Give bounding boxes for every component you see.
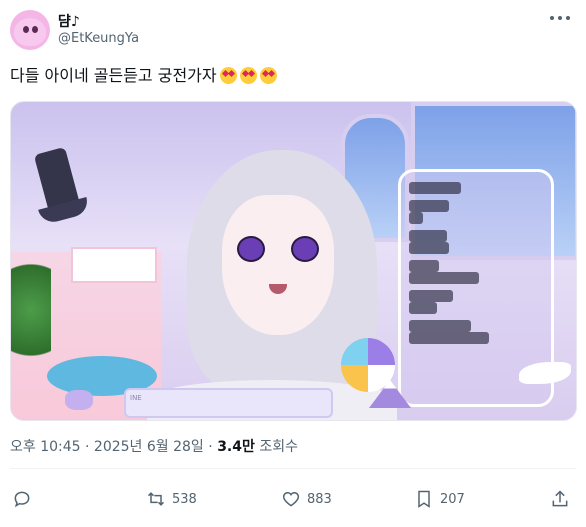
heart-eyes-emoji (219, 67, 237, 84)
like-count: 883 (307, 491, 332, 507)
chat-row (409, 230, 447, 242)
avatar[interactable] (10, 10, 50, 50)
chat-row (409, 242, 449, 254)
wing-decoration (519, 362, 571, 384)
chat-row (409, 290, 453, 302)
reply-icon (14, 491, 30, 508)
bookmark-count: 207 (440, 491, 465, 507)
chat-row (409, 212, 423, 224)
mouse (65, 390, 93, 410)
chat-row (409, 272, 479, 284)
character-face (222, 195, 334, 335)
shelf (71, 247, 157, 283)
beach-ball (341, 338, 395, 392)
action-bar: 538 883 207 (10, 486, 576, 512)
like-button[interactable]: 883 (281, 486, 332, 512)
chat-row (409, 302, 437, 314)
tweet-media-image[interactable]: INE (10, 101, 577, 421)
character-eye-left (237, 236, 265, 262)
heart-eyes-emoji (259, 67, 277, 84)
heart-icon (282, 491, 300, 507)
avatar-eye-left (23, 26, 29, 33)
more-options-icon[interactable] (550, 13, 570, 23)
divider (10, 468, 576, 469)
chat-row (409, 200, 449, 212)
character-eye-right (291, 236, 319, 262)
microphone-icon (33, 146, 81, 214)
share-button[interactable] (550, 486, 576, 512)
chat-row (409, 260, 439, 272)
avatar-eye-right (32, 26, 38, 33)
retweet-count: 538 (172, 491, 197, 507)
share-icon (552, 490, 568, 507)
plant (11, 262, 51, 382)
reply-button[interactable] (12, 486, 38, 512)
keyboard-logo: INE (130, 394, 142, 402)
heart-eyes-emoji (239, 67, 257, 84)
author-display-name[interactable]: 댬♪ (58, 11, 80, 31)
chat-row (409, 182, 461, 194)
tweet-text-content: 다들 아이네 골든듣고 궁전가자 (10, 66, 217, 85)
meta-separator: · (80, 439, 94, 455)
tweet-date[interactable]: 2025년 6월 28일 (94, 439, 204, 455)
tweet-meta: 오후 10:45 · 2025년 6월 28일 · 3.4만 조회수 (10, 436, 298, 456)
meta-separator: · (203, 439, 218, 455)
bookmark-icon (418, 490, 430, 508)
views-label: 조회수 (254, 439, 298, 455)
retweet-button[interactable]: 538 (146, 486, 197, 512)
author-handle[interactable]: @EtKeungYa (58, 31, 139, 46)
tweet-time[interactable]: 오후 10:45 (10, 439, 81, 455)
keyboard: INE (124, 388, 333, 418)
bookmark-button[interactable]: 207 (414, 486, 465, 512)
tweet-text: 다들 아이네 골든듣고 궁전가자 (10, 65, 277, 87)
retweet-icon (147, 492, 165, 506)
chat-row (409, 320, 471, 332)
avatar-face (14, 18, 46, 46)
chat-row (409, 332, 489, 344)
views-count: 3.4만 (217, 439, 255, 455)
